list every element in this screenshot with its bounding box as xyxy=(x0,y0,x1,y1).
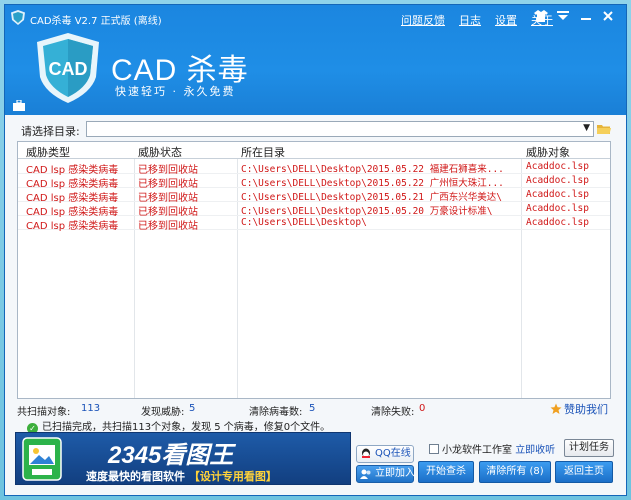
banner-tag: 【设计专用看图】 xyxy=(188,470,277,483)
scanned-count: 113 xyxy=(81,403,101,414)
slogan: 快速轻巧 · 永久免费 xyxy=(115,85,236,98)
header: CAD杀毒 V2.7 正式版 (离线) 问题反馈日志设置关于 CAD CAD xyxy=(5,5,626,115)
sponsor-link[interactable]: 赞助我们 xyxy=(550,401,608,417)
table-row[interactable]: CAD lsp 感染类病毒 已移到回收站 C:\Users\DELL\Deskt… xyxy=(18,188,610,204)
studio-label: 小龙软件工作室 xyxy=(442,445,512,456)
shield-logo-icon: CAD xyxy=(37,33,99,103)
app-window: CAD杀毒 V2.7 正式版 (离线) 问题反馈日志设置关于 CAD CAD xyxy=(4,4,627,496)
banner-subtitle: 速度最快的看图软件 【设计专用看图】 xyxy=(86,468,277,484)
table-row[interactable]: CAD lsp 感染类病毒 已移到回收站 C:\Users\DELL\Deskt… xyxy=(18,174,610,190)
banner-title: 2345看图王 xyxy=(108,442,234,469)
col-directory[interactable]: 所在目录 xyxy=(241,144,285,160)
threat-object: Acaddoc.lsp xyxy=(526,217,589,228)
join-button[interactable]: 立即加入 xyxy=(356,465,415,483)
failed-label: 清除失败: xyxy=(371,407,415,418)
cleaned-count: 5 xyxy=(309,403,316,414)
failed-count: 0 xyxy=(419,403,426,414)
directory-label: 请选择目录: xyxy=(21,125,80,138)
schedule-task-button[interactable]: 计划任务 xyxy=(564,439,614,457)
join-label: 立即加入 xyxy=(375,468,415,479)
scanned-label: 共扫描对象: xyxy=(17,407,71,418)
qq-label: QQ在线 xyxy=(375,448,411,459)
qq-icon xyxy=(362,448,370,458)
ad-banner[interactable]: 2345看图王 速度最快的看图软件 【设计专用看图】 xyxy=(15,432,351,485)
log-link[interactable]: 日志 xyxy=(459,14,481,27)
col-threat-object[interactable]: 威胁对象 xyxy=(526,144,570,160)
threat-path: C:\Users\DELL\Desktop\2015.05.21 广西东兴华美达… xyxy=(241,192,502,203)
folder-open-icon[interactable] xyxy=(596,121,612,137)
sponsor-icon xyxy=(550,403,562,414)
app-logo-icon xyxy=(11,10,25,25)
directory-select[interactable]: ▼ xyxy=(86,121,594,137)
close-icon[interactable] xyxy=(600,10,616,24)
home-button[interactable]: 返回主页 xyxy=(555,461,613,483)
threat-object: Acaddoc.lsp xyxy=(526,189,589,200)
briefcase-icon[interactable] xyxy=(13,100,25,111)
start-scan-button[interactable]: 开始查杀 xyxy=(418,461,474,483)
feedback-link[interactable]: 问题反馈 xyxy=(401,14,445,27)
settings-link[interactable]: 设置 xyxy=(495,14,517,27)
threat-object: Acaddoc.lsp xyxy=(526,203,589,214)
threat-path: C:\Users\DELL\Desktop\ xyxy=(241,217,367,228)
dropdown-arrow-icon[interactable]: ▼ xyxy=(583,123,590,133)
table-row[interactable]: CAD lsp 感染类病毒 已移到回收站 C:\Users\DELL\Deskt… xyxy=(18,216,610,232)
table-row[interactable]: CAD lsp 感染类病毒 已移到回收站 C:\Users\DELL\Deskt… xyxy=(18,160,610,176)
scan-stats: 共扫描对象: 113 发现威胁: 5 清除病毒数: 5 清除失败: 0 xyxy=(17,403,617,418)
table-row[interactable]: CAD lsp 感染类病毒 已移到回收站 C:\Users\DELL\Deskt… xyxy=(18,202,610,218)
studio-listen-link[interactable]: 立即收听 xyxy=(515,445,555,456)
menu-icon[interactable] xyxy=(555,10,571,24)
threats-count: 5 xyxy=(189,403,196,414)
image-viewer-icon xyxy=(22,437,62,481)
threat-table: 威胁类型 威胁状态 所在目录 威胁对象 CAD lsp 感染类病毒 已移到回收站… xyxy=(17,141,611,399)
threat-path: C:\Users\DELL\Desktop\2015.05.22 广州恒大珠江.… xyxy=(241,178,504,189)
threat-status: 已移到回收站 xyxy=(138,221,198,232)
logo-text: CAD xyxy=(49,59,88,79)
threat-path: C:\Users\DELL\Desktop\2015.05.22 福建石狮喜来.… xyxy=(241,164,504,175)
window-title: CAD杀毒 V2.7 正式版 (离线) xyxy=(30,16,162,27)
threat-object: Acaddoc.lsp xyxy=(526,161,589,172)
join-icon xyxy=(360,469,371,479)
studio-checkbox[interactable] xyxy=(429,444,439,454)
studio-row: 小龙软件工作室 立即收听 xyxy=(429,441,555,456)
threats-label: 发现威胁: xyxy=(141,407,185,418)
banner-subtitle-text: 速度最快的看图软件 xyxy=(86,470,185,483)
skin-icon[interactable] xyxy=(533,10,549,24)
threat-type: CAD lsp 感染类病毒 xyxy=(26,221,119,232)
sponsor-label: 赞助我们 xyxy=(564,403,608,416)
minimize-icon[interactable] xyxy=(578,10,594,24)
col-threat-type[interactable]: 威胁类型 xyxy=(26,144,70,160)
cleaned-label: 清除病毒数: xyxy=(249,407,303,418)
threat-object: Acaddoc.lsp xyxy=(526,175,589,186)
threat-path: C:\Users\DELL\Desktop\2015.05.20 万豪设计标准\ xyxy=(241,206,493,217)
qq-online-button[interactable]: QQ在线 xyxy=(356,445,414,463)
col-threat-status[interactable]: 威胁状态 xyxy=(138,144,182,160)
directory-row: 请选择目录: ▼ xyxy=(5,119,626,139)
table-header: 威胁类型 威胁状态 所在目录 威胁对象 xyxy=(18,142,610,159)
clear-all-button[interactable]: 清除所有 (8) xyxy=(479,461,551,483)
title-bar: CAD杀毒 V2.7 正式版 (离线) 问题反馈日志设置关于 xyxy=(5,5,626,31)
